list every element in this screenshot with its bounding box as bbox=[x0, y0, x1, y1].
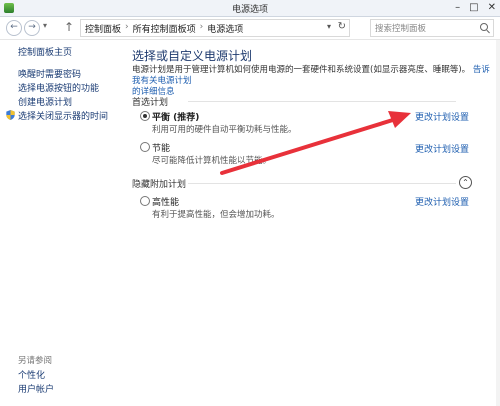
breadcrumb-item[interactable]: 所有控制面板项 bbox=[133, 22, 196, 35]
sidebar-home-link[interactable]: 控制面板主页 bbox=[18, 45, 72, 58]
maximize-icon[interactable]: □ bbox=[469, 2, 478, 13]
sidebar: 控制面板主页 唤醒时需要密码 选择电源按钮的功能 创建电源计划 选择关闭显示器的… bbox=[0, 40, 108, 406]
breadcrumb: 控制面板 › 所有控制面板项 › 电源选项 bbox=[85, 22, 243, 35]
description: 电源计划是用于管理计算机如何使用电源的一套硬件和系统设置(如显示器亮度、睡眠等)… bbox=[132, 65, 492, 98]
main-content: 选择或自定义电源计划 电源计划是用于管理计算机如何使用电源的一套硬件和系统设置(… bbox=[108, 40, 496, 406]
plan-description: 有利于提高性能，但会增加功耗。 bbox=[152, 210, 280, 220]
history-dropdown-icon[interactable]: ▾ bbox=[43, 21, 47, 30]
see-also-user-accounts[interactable]: 用户帐户 bbox=[18, 382, 54, 395]
radio-unselected[interactable] bbox=[140, 196, 150, 206]
breadcrumb-item[interactable]: 电源选项 bbox=[207, 22, 243, 35]
sidebar-item-power-button[interactable]: 选择电源按钮的功能 bbox=[18, 81, 99, 94]
up-arrow-icon[interactable]: ↑ bbox=[64, 20, 74, 34]
change-plan-settings-link[interactable]: 更改计划设置 bbox=[415, 110, 469, 123]
forward-icon[interactable]: → bbox=[24, 20, 40, 36]
hidden-plans-label: 隐藏附加计划 bbox=[132, 180, 187, 190]
back-icon[interactable]: ← bbox=[6, 20, 22, 36]
preferred-plans-label: 首选计划 bbox=[132, 98, 169, 108]
scrollbar[interactable] bbox=[496, 40, 500, 406]
chevron-right-icon[interactable]: › bbox=[125, 22, 129, 35]
change-plan-settings-link[interactable]: 更改计划设置 bbox=[415, 142, 469, 155]
window-title: 电源选项 bbox=[231, 5, 268, 15]
page-title: 选择或自定义电源计划 bbox=[132, 49, 253, 63]
address-field[interactable]: 控制面板 › 所有控制面板项 › 电源选项 ▾ ↻ bbox=[80, 19, 350, 37]
divider bbox=[188, 183, 456, 184]
plan-description: 利用可用的硬件自动平衡功耗与性能。 bbox=[152, 125, 297, 135]
radio-unselected[interactable] bbox=[140, 142, 150, 152]
title-bar: 电源选项 – □ ✕ bbox=[0, 0, 500, 17]
search-input[interactable]: 搜索控制面板 bbox=[370, 19, 494, 37]
search-icon[interactable] bbox=[480, 23, 488, 31]
change-plan-settings-link[interactable]: 更改计划设置 bbox=[415, 195, 469, 208]
collapse-chevron-icon[interactable]: ⌃ bbox=[459, 176, 472, 189]
radio-selected[interactable] bbox=[140, 111, 150, 121]
sidebar-item-display-off[interactable]: 选择关闭显示器的时间 bbox=[18, 109, 108, 122]
address-dropdown-icon[interactable]: ▾ bbox=[327, 22, 331, 31]
plan-name: 高性能 bbox=[152, 198, 180, 208]
refresh-icon[interactable]: ↻ bbox=[338, 21, 346, 32]
divider bbox=[188, 101, 456, 102]
breadcrumb-item[interactable]: 控制面板 bbox=[85, 22, 121, 35]
description-text: 电源计划是用于管理计算机如何使用电源的一套硬件和系统设置(如显示器亮度、睡眠等)… bbox=[132, 65, 471, 75]
sidebar-item-wake-password[interactable]: 唤醒时需要密码 bbox=[18, 67, 81, 80]
see-also-heading: 另请参阅 bbox=[18, 356, 53, 366]
plan-name: 节能 bbox=[152, 144, 171, 154]
plan-description: 尽可能降低计算机性能以节能。 bbox=[152, 156, 272, 166]
close-icon[interactable]: ✕ bbox=[488, 2, 496, 13]
window-controls: – □ ✕ bbox=[455, 2, 496, 13]
plan-name: 平衡 (推荐) bbox=[152, 113, 200, 123]
sidebar-item-create-plan[interactable]: 创建电源计划 bbox=[18, 95, 72, 108]
chevron-right-icon[interactable]: › bbox=[200, 22, 204, 35]
see-also-personalization[interactable]: 个性化 bbox=[18, 368, 45, 381]
shield-icon bbox=[6, 110, 15, 120]
minimize-icon[interactable]: – bbox=[455, 2, 460, 13]
address-bar: ← → ▾ ↑ 控制面板 › 所有控制面板项 › 电源选项 ▾ ↻ 搜索控制面板 bbox=[0, 17, 500, 40]
search-placeholder: 搜索控制面板 bbox=[375, 24, 427, 34]
